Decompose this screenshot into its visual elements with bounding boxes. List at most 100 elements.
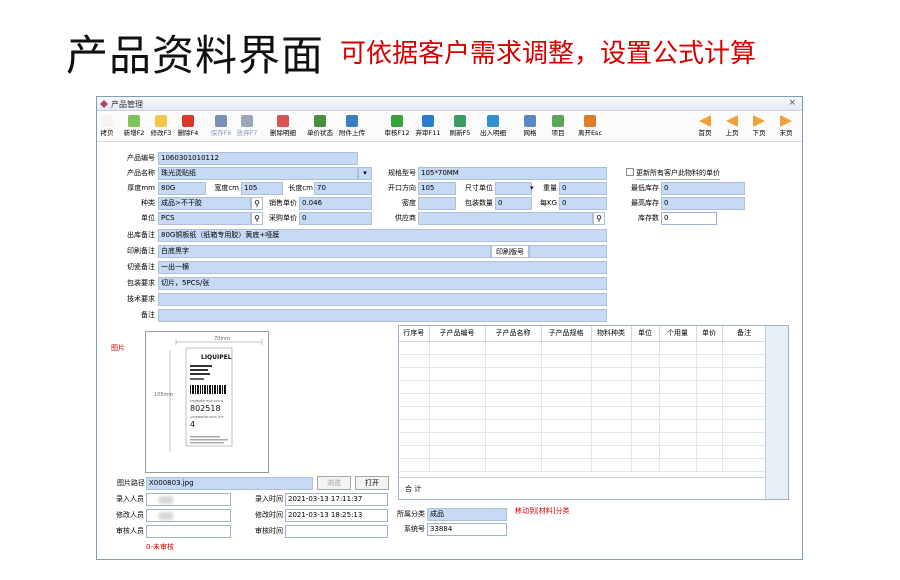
supplier-search-icon[interactable]: ⚲ — [593, 212, 605, 225]
table-cell[interactable] — [429, 380, 486, 394]
table-cell[interactable] — [429, 432, 486, 446]
close-icon[interactable]: × — [788, 98, 796, 108]
table-cell[interactable] — [722, 380, 767, 394]
table-cell[interactable] — [696, 419, 723, 433]
picture-path-field[interactable]: X000803.jpg — [146, 477, 313, 490]
table-cell[interactable] — [429, 406, 486, 420]
table-cell[interactable] — [591, 406, 632, 420]
grid-column-header[interactable]: 行序号 — [399, 326, 430, 342]
item-button[interactable]: 项目 — [544, 114, 572, 137]
table-cell[interactable] — [399, 367, 430, 381]
table-cell[interactable] — [485, 354, 542, 368]
grid-column-header[interactable]: 备注 — [722, 326, 767, 342]
type-field[interactable]: 成品>不干胶 — [158, 197, 251, 210]
table-cell[interactable] — [485, 419, 542, 433]
table-cell[interactable] — [485, 367, 542, 381]
table-cell[interactable] — [591, 419, 632, 433]
table-cell[interactable] — [631, 445, 660, 459]
unit-search-icon[interactable]: ⚲ — [251, 212, 263, 225]
max-stock-field[interactable]: 0 — [661, 197, 745, 210]
table-cell[interactable] — [631, 380, 660, 394]
grid-column-header[interactable]: 子产品名称 — [485, 326, 542, 342]
table-cell[interactable] — [696, 380, 723, 394]
table-cell[interactable] — [631, 406, 660, 420]
table-cell[interactable] — [485, 393, 542, 407]
table-cell[interactable] — [541, 354, 592, 368]
table-cell[interactable] — [659, 445, 697, 459]
table-cell[interactable] — [722, 354, 767, 368]
table-cell[interactable] — [541, 393, 592, 407]
table-cell[interactable] — [659, 406, 697, 420]
pack-qty-field[interactable]: 0 — [495, 197, 532, 210]
table-cell[interactable] — [631, 419, 660, 433]
type-search-icon[interactable]: ⚲ — [251, 197, 263, 210]
table-cell[interactable] — [485, 341, 542, 355]
table-row[interactable] — [399, 432, 767, 446]
grid-column-header[interactable]: 单价 — [696, 326, 723, 342]
table-row[interactable] — [399, 393, 767, 407]
table-cell[interactable] — [722, 341, 767, 355]
table-cell[interactable] — [591, 458, 632, 472]
weight-field[interactable]: 0 — [559, 182, 607, 195]
table-cell[interactable] — [591, 341, 632, 355]
table-cell[interactable] — [696, 406, 723, 420]
table-cell[interactable] — [429, 354, 486, 368]
table-cell[interactable] — [659, 393, 697, 407]
print-version-field[interactable] — [529, 245, 607, 258]
update-price-checkbox[interactable] — [626, 168, 634, 176]
table-cell[interactable] — [399, 419, 430, 433]
table-cell[interactable] — [541, 367, 592, 381]
table-cell[interactable] — [541, 419, 592, 433]
table-cell[interactable] — [541, 380, 592, 394]
table-row[interactable] — [399, 341, 767, 355]
table-row[interactable] — [399, 458, 767, 472]
table-cell[interactable] — [429, 419, 486, 433]
table-cell[interactable] — [591, 380, 632, 394]
table-cell[interactable] — [722, 432, 767, 446]
del-detail-button[interactable]: 删除明细 — [269, 114, 297, 137]
opening-field[interactable]: 105 — [418, 182, 456, 195]
table-cell[interactable] — [399, 445, 430, 459]
remark-field[interactable] — [158, 309, 607, 322]
table-cell[interactable] — [631, 458, 660, 472]
grid-column-header[interactable]: 物料种类 — [591, 326, 632, 342]
table-cell[interactable] — [541, 432, 592, 446]
product-name-field[interactable]: 珠光烫贴纸 — [158, 167, 358, 180]
table-cell[interactable] — [485, 458, 542, 472]
table-cell[interactable] — [722, 458, 767, 472]
length-field[interactable]: 70 — [314, 182, 372, 195]
audit-button[interactable]: 审核F12 — [383, 114, 411, 137]
table-cell[interactable] — [429, 458, 486, 472]
table-cell[interactable] — [399, 341, 430, 355]
grid-scrollbar[interactable] — [765, 326, 788, 499]
table-cell[interactable] — [429, 393, 486, 407]
size-unit-select[interactable] — [495, 182, 532, 195]
table-cell[interactable] — [485, 432, 542, 446]
per-kg-field[interactable]: 0 — [559, 197, 607, 210]
grid-column-header[interactable]: 个用量 — [659, 326, 697, 342]
table-cell[interactable] — [429, 445, 486, 459]
table-cell[interactable] — [541, 406, 592, 420]
table-cell[interactable] — [631, 432, 660, 446]
table-cell[interactable] — [399, 354, 430, 368]
attach-button[interactable]: 附件上传 — [338, 114, 366, 137]
table-row[interactable] — [399, 406, 767, 420]
move-category-link[interactable]: 移动到[材料]分类 — [515, 506, 569, 516]
table-cell[interactable] — [591, 354, 632, 368]
spec-field[interactable]: 105*70MM — [418, 167, 607, 180]
supplier-field[interactable] — [418, 212, 593, 225]
grid-column-header[interactable]: 子产品编号 — [429, 326, 486, 342]
unaudit-button[interactable]: 弃审F11 — [414, 114, 442, 137]
table-cell[interactable] — [485, 445, 542, 459]
grid-button[interactable]: 网格 — [516, 114, 544, 137]
tech-req-field[interactable] — [158, 293, 607, 306]
table-cell[interactable] — [722, 419, 767, 433]
table-cell[interactable] — [631, 354, 660, 368]
density-field[interactable] — [418, 197, 456, 210]
table-cell[interactable] — [541, 341, 592, 355]
table-cell[interactable] — [399, 393, 430, 407]
grid-column-header[interactable]: 子产品规格 — [541, 326, 592, 342]
table-cell[interactable] — [591, 432, 632, 446]
unit-field[interactable]: PCS — [158, 212, 251, 225]
cut-note-field[interactable]: 一出一横 — [158, 261, 607, 274]
